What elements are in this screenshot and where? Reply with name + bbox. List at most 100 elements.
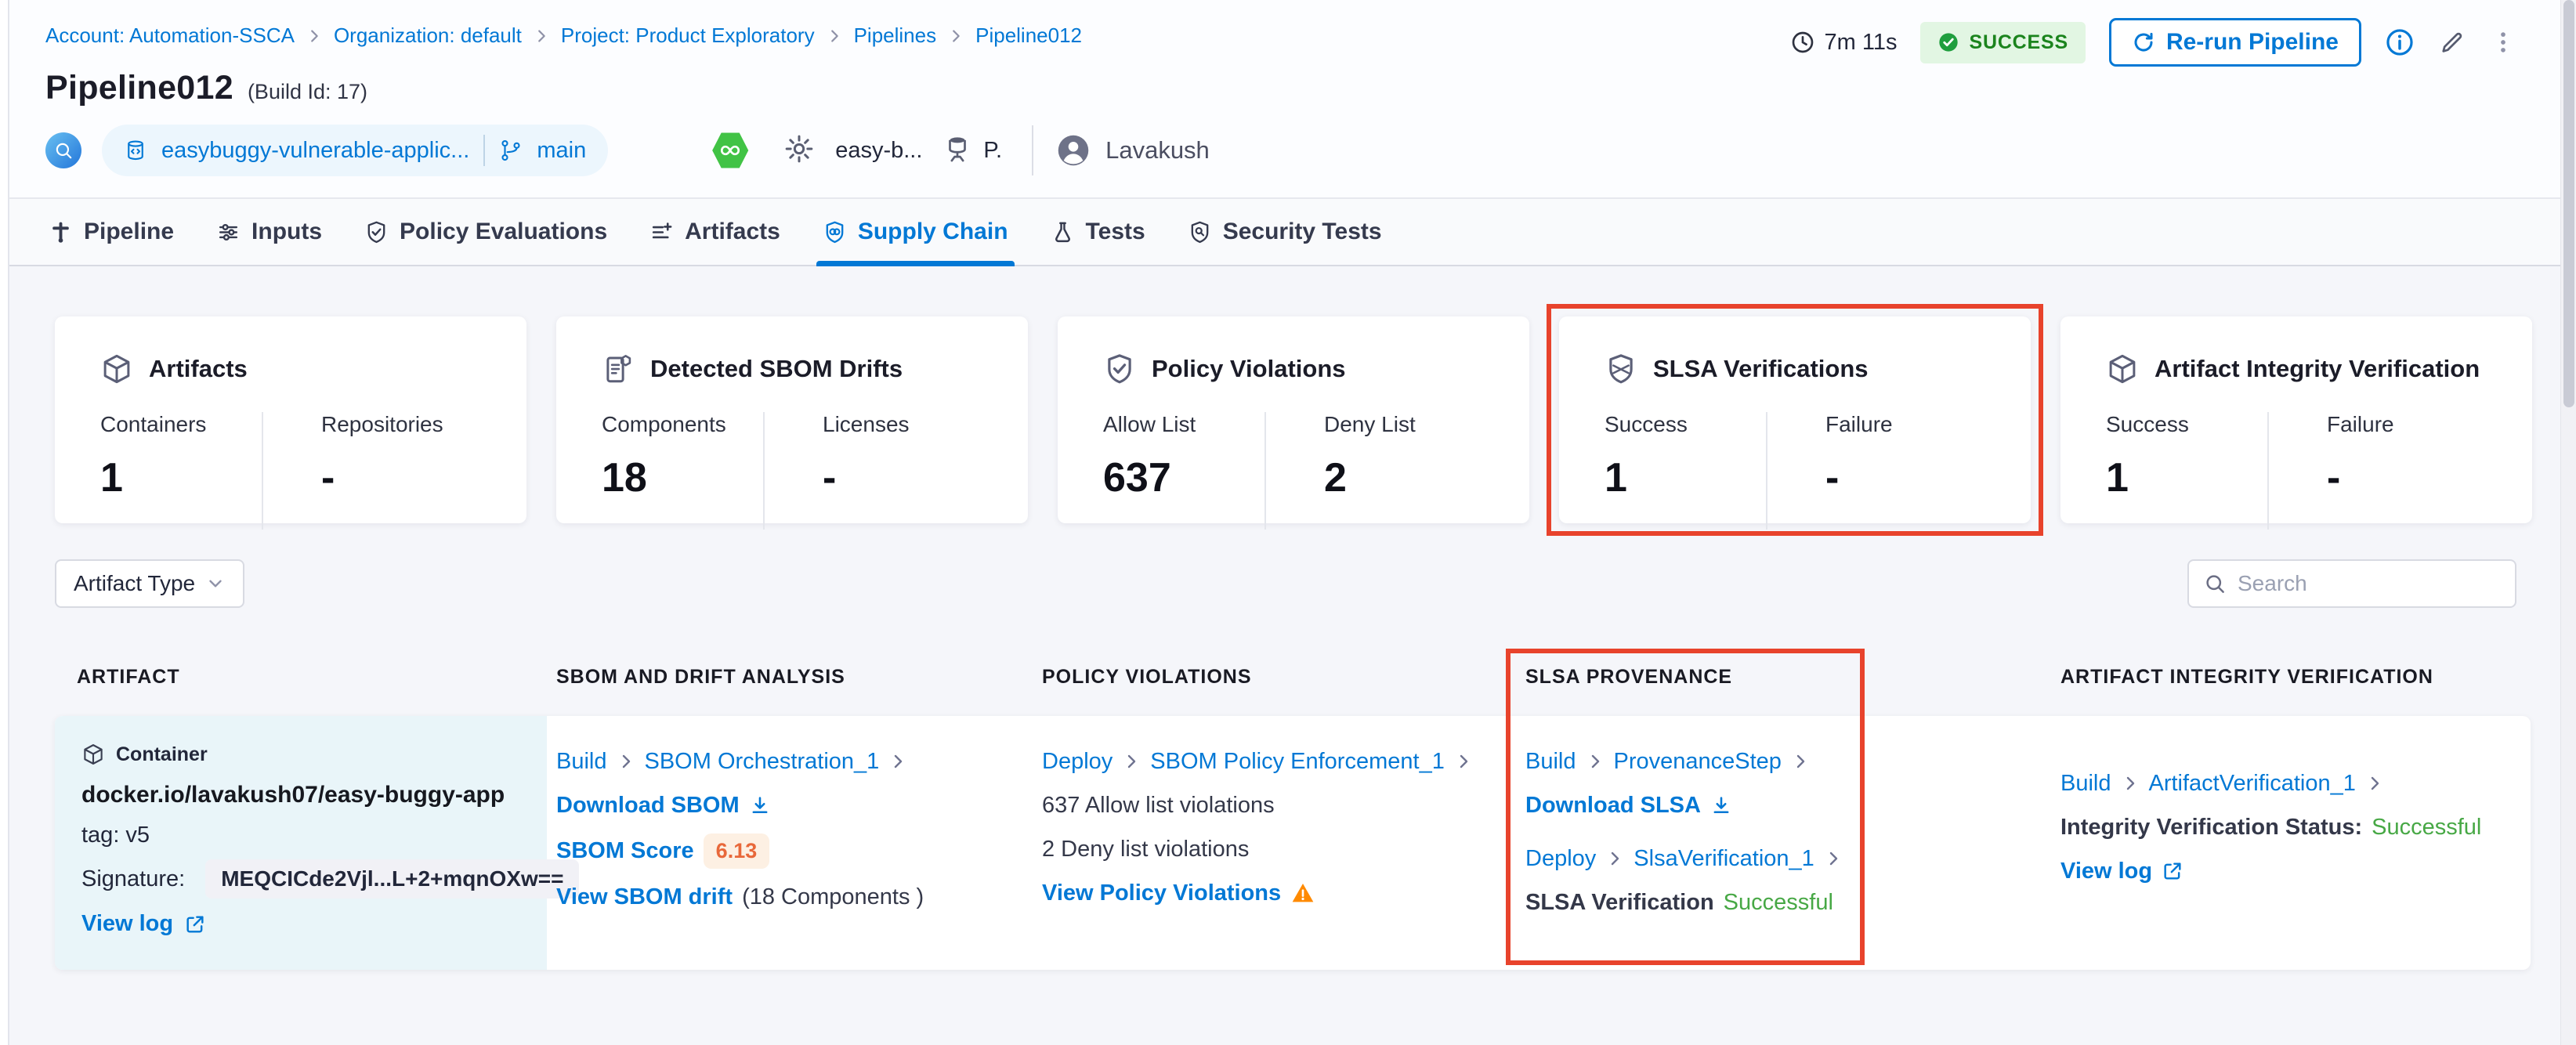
search-input[interactable] [2238, 571, 2501, 596]
stage-link[interactable]: Build [2060, 771, 2111, 797]
card-title: Detected SBOM Drifts [650, 355, 903, 382]
chevron-right-icon [622, 754, 630, 768]
card-artifact-integrity: Artifact Integrity Verification Success 1… [2060, 316, 2532, 530]
artifact-signature-row: Signature: MEQCICde2Vjl...L+2+mqnOXw== [81, 859, 580, 899]
sbom-document-icon [606, 355, 631, 383]
column-header-policy: POLICY VIOLATIONS [1042, 666, 1252, 688]
chevron-right-icon [830, 29, 838, 42]
card-title: Artifact Integrity Verification [2155, 355, 2480, 382]
triggered-by-user: Lavakush [1105, 136, 1210, 164]
search-box [2187, 559, 2516, 608]
supply-chain-content: Artifacts Containers 1 Repositories - Dete… [9, 268, 2560, 1045]
stage-link[interactable]: Deploy [1042, 749, 1113, 775]
sbom-score-row: SBOM Score 6.13 [556, 833, 995, 869]
repo-branch-pill[interactable]: easybuggy-vulnerable-applic... main [102, 125, 609, 176]
stat-label: Success [1605, 412, 1688, 436]
artifact-type-tag: Container [116, 743, 208, 765]
database-icon [949, 136, 967, 161]
step-link[interactable]: ArtifactVerification_1 [2149, 771, 2356, 797]
infinity-icon [721, 145, 740, 156]
stat-value: 1 [2106, 455, 2129, 501]
breadcrumb-account[interactable]: Account: Automation-SSCA [45, 24, 295, 48]
shield-search-icon [1191, 221, 1209, 243]
tab-artifacts[interactable]: Artifacts [649, 199, 780, 265]
stat-label: Components [602, 412, 726, 436]
chevron-right-icon [953, 29, 960, 42]
sbom-score-link[interactable]: SBOM Score [556, 838, 694, 864]
card-sbom-drifts: Detected SBOM Drifts Components 18 Licens… [556, 316, 1028, 530]
supply-chain-page: Account: Automation-SSCA Organization: d… [0, 0, 2576, 1045]
card-stats: Success 1 Failure - [2106, 412, 2532, 530]
artifact-list-icon [653, 222, 672, 238]
view-sbom-drift-link[interactable]: View SBOM drift [556, 884, 733, 910]
page-scrollbar[interactable] [2560, 0, 2576, 1045]
cell-artifact: Container docker.io/lavakush07/easy-bugg… [55, 716, 580, 970]
artifact-type-row: Container [81, 743, 547, 766]
status-badge: SUCCESS [1920, 21, 2086, 63]
integrity-status-label: Integrity Verification Status: [2060, 814, 2363, 840]
slsa-verification-breadcrumb: Deploy SlsaVerification_1 [1525, 843, 1894, 874]
stage-link[interactable]: Build [556, 749, 607, 775]
info-icon [2386, 29, 2413, 56]
artifact-type-label: Artifact Type [74, 571, 196, 595]
clock-icon [1792, 31, 1813, 53]
tab-supply-chain[interactable]: Supply Chain [816, 199, 1015, 266]
tab-pipeline[interactable]: Pipeline [49, 199, 174, 265]
breadcrumb-current[interactable]: Pipeline012 [975, 24, 1082, 48]
more-options-button[interactable] [2490, 29, 2516, 56]
infrastructure-indicator [942, 134, 972, 168]
external-link-icon [2164, 862, 2181, 880]
cell-policy-violations: Deploy SBOM Policy Enforcement_1 637 All… [1042, 716, 1481, 970]
tab-security-tests[interactable]: Security Tests [1188, 199, 1382, 265]
cube-icon [2109, 354, 2136, 384]
slsa-status-value: Successful [1723, 889, 1833, 915]
shield-link-icon [826, 221, 844, 243]
step-link[interactable]: SlsaVerification_1 [1634, 846, 1814, 872]
step-link[interactable]: SBOM Orchestration_1 [645, 749, 880, 775]
tab-tests[interactable]: Tests [1051, 199, 1145, 265]
breadcrumb-pipelines[interactable]: Pipelines [854, 24, 937, 48]
drift-components-count: (18 Components ) [742, 884, 924, 909]
view-log-link[interactable]: View log [2060, 859, 2152, 884]
branch-name: main [537, 137, 587, 163]
tab-policy-evaluations[interactable]: Policy Evaluations [364, 199, 607, 265]
step-link[interactable]: ProvenanceStep [1614, 749, 1782, 775]
collapsed-nav-strip[interactable] [0, 0, 9, 1045]
chevron-right-icon [1612, 852, 1619, 866]
edit-button[interactable] [2438, 28, 2466, 56]
card-header: Detected SBOM Drifts [602, 353, 1028, 385]
slsa-verification-status-row: SLSA Verification Successful [1525, 887, 1894, 918]
tab-label: Tests [1085, 219, 1145, 244]
pill-divider [483, 135, 486, 166]
stat-value: 1 [100, 455, 123, 501]
rerun-pipeline-button[interactable]: Re-run Pipeline [2108, 18, 2361, 67]
search-icon [2206, 575, 2224, 593]
slsa-provenance-breadcrumb: Build ProvenanceStep [1525, 746, 1894, 777]
breadcrumb-project[interactable]: Project: Product Exploratory [561, 24, 815, 48]
view-log-link[interactable]: View log [81, 911, 173, 937]
breadcrumb-org[interactable]: Organization: default [334, 24, 522, 48]
scrollbar-thumb[interactable] [2563, 0, 2574, 407]
artifact-type-dropdown[interactable]: Artifact Type [55, 559, 244, 608]
stage-link[interactable]: Build [1525, 749, 1576, 775]
card-header: Artifacts [100, 353, 526, 385]
step-link[interactable]: SBOM Policy Enforcement_1 [1150, 749, 1445, 775]
sbom-score-badge: 6.13 [703, 833, 770, 869]
card-header: SLSA Verifications [1605, 353, 2031, 385]
execution-tabbar: Pipeline Inputs Policy Evaluations Artif… [9, 197, 2560, 266]
chevron-right-icon [1128, 754, 1136, 768]
stage-link[interactable]: Deploy [1525, 846, 1596, 872]
refresh-icon [2134, 32, 2153, 52]
stat-label: Licenses [823, 412, 910, 436]
column-header-slsa: SLSA PROVENANCE [1525, 666, 1733, 688]
download-sbom-link[interactable]: Download SBOM [556, 793, 740, 819]
build-id: (Build Id: 17) [247, 80, 368, 103]
view-policy-violations-link[interactable]: View Policy Violations [1042, 880, 1281, 906]
card-policy-violations: Policy Violations Allow List 637 Deny Lis… [1058, 316, 1529, 530]
integrity-step-breadcrumb: Build ArtifactVerification_1 [2060, 768, 2562, 799]
tab-inputs[interactable]: Inputs [216, 199, 322, 265]
card-stats: Containers 1 Repositories - [100, 412, 526, 530]
download-slsa-link[interactable]: Download SLSA [1525, 793, 1701, 819]
env-name-truncated: P. [983, 137, 1003, 163]
info-button[interactable] [2385, 27, 2415, 57]
